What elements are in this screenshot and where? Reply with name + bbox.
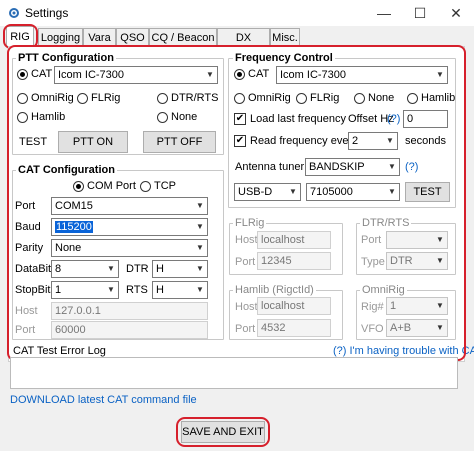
tab-logging[interactable]: Logging [38,28,83,46]
rig-panel-highlight [7,45,466,361]
tab-qso[interactable]: QSO [116,28,149,46]
window-title: Settings [25,6,69,20]
maximize-icon[interactable]: ☐ [402,0,438,26]
tab-dx-cluster[interactable]: DX Cluster [217,28,270,62]
cat-test-error-log-box[interactable] [10,357,458,389]
close-icon[interactable]: ✕ [438,0,474,26]
download-cat-command-file-link[interactable]: DOWNLOAD latest CAT command file [10,394,197,406]
tab-misc[interactable]: Misc. [270,28,300,46]
settings-app-icon [9,8,19,18]
tab-cq-beacon[interactable]: CQ / Beacon [149,28,217,46]
minimize-icon[interactable]: — [366,0,402,26]
save-button-highlight [176,417,270,447]
tab-vara[interactable]: Vara [83,28,116,46]
